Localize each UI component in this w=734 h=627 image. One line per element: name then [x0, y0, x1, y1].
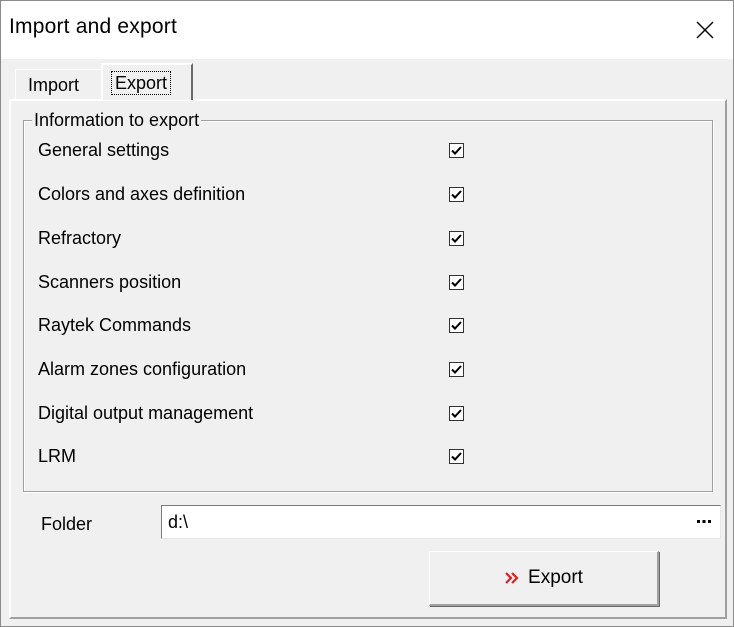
option-alarm-zones: Alarm zones configuration: [24, 354, 714, 384]
folder-field[interactable]: d:\: [161, 505, 721, 539]
export-tab-panel: Information to export General settings C…: [9, 99, 727, 619]
group-title: Information to export: [32, 110, 202, 131]
export-button-label: Export: [528, 567, 583, 588]
colors-axes-checkbox[interactable]: [449, 187, 464, 202]
checkmark-icon: [451, 452, 462, 461]
option-label: Digital output management: [38, 403, 254, 423]
option-scanners-position: Scanners position: [24, 267, 714, 297]
option-label: General settings: [38, 140, 170, 160]
alarm-zones-checkbox[interactable]: [449, 362, 464, 377]
option-refractory: Refractory: [24, 223, 714, 253]
import-export-dialog: Import and export Import Export Informat…: [0, 0, 734, 627]
checkmark-icon: [451, 409, 462, 418]
option-label: Refractory: [38, 228, 122, 248]
option-label: Raytek Commands: [38, 315, 192, 335]
raytek-commands-checkbox[interactable]: [449, 318, 464, 333]
digital-output-checkbox[interactable]: [449, 406, 464, 421]
option-label: Colors and axes definition: [38, 184, 246, 204]
tab-export-label: Export: [111, 71, 172, 95]
lrm-checkbox[interactable]: [449, 449, 464, 464]
ellipsis-icon: [697, 520, 711, 523]
title-bar: Import and export: [1, 1, 733, 59]
tab-export[interactable]: Export: [101, 63, 193, 100]
folder-label: Folder: [41, 514, 93, 534]
tab-import[interactable]: Import: [15, 69, 101, 99]
information-to-export-group: Information to export General settings C…: [23, 110, 714, 492]
checkmark-icon: [451, 321, 462, 330]
option-general-settings: General settings: [24, 135, 714, 165]
checkmark-icon: [451, 365, 462, 374]
option-colors-axes: Colors and axes definition: [24, 179, 714, 209]
checkmark-icon: [451, 278, 462, 287]
browse-button[interactable]: [690, 509, 718, 535]
folder-value: d:\: [168, 512, 189, 532]
scanners-position-checkbox[interactable]: [449, 275, 464, 290]
checkmark-icon: [451, 190, 462, 199]
close-icon: [696, 21, 714, 39]
option-label: Scanners position: [38, 272, 182, 292]
option-raytek-commands: Raytek Commands: [24, 310, 714, 340]
checkmark-icon: [451, 234, 462, 243]
option-lrm: LRM: [24, 441, 714, 471]
double-chevron-right-icon: [505, 572, 519, 584]
refractory-checkbox[interactable]: [449, 231, 464, 246]
option-digital-output: Digital output management: [24, 398, 714, 428]
option-label: LRM: [38, 446, 77, 466]
general-settings-checkbox[interactable]: [449, 143, 464, 158]
close-button[interactable]: [677, 1, 733, 59]
tab-import-label: Import: [28, 75, 80, 95]
window-title: Import and export: [9, 15, 177, 38]
checkmark-icon: [451, 146, 462, 155]
option-label: Alarm zones configuration: [38, 359, 247, 379]
export-button[interactable]: Export: [429, 551, 659, 606]
